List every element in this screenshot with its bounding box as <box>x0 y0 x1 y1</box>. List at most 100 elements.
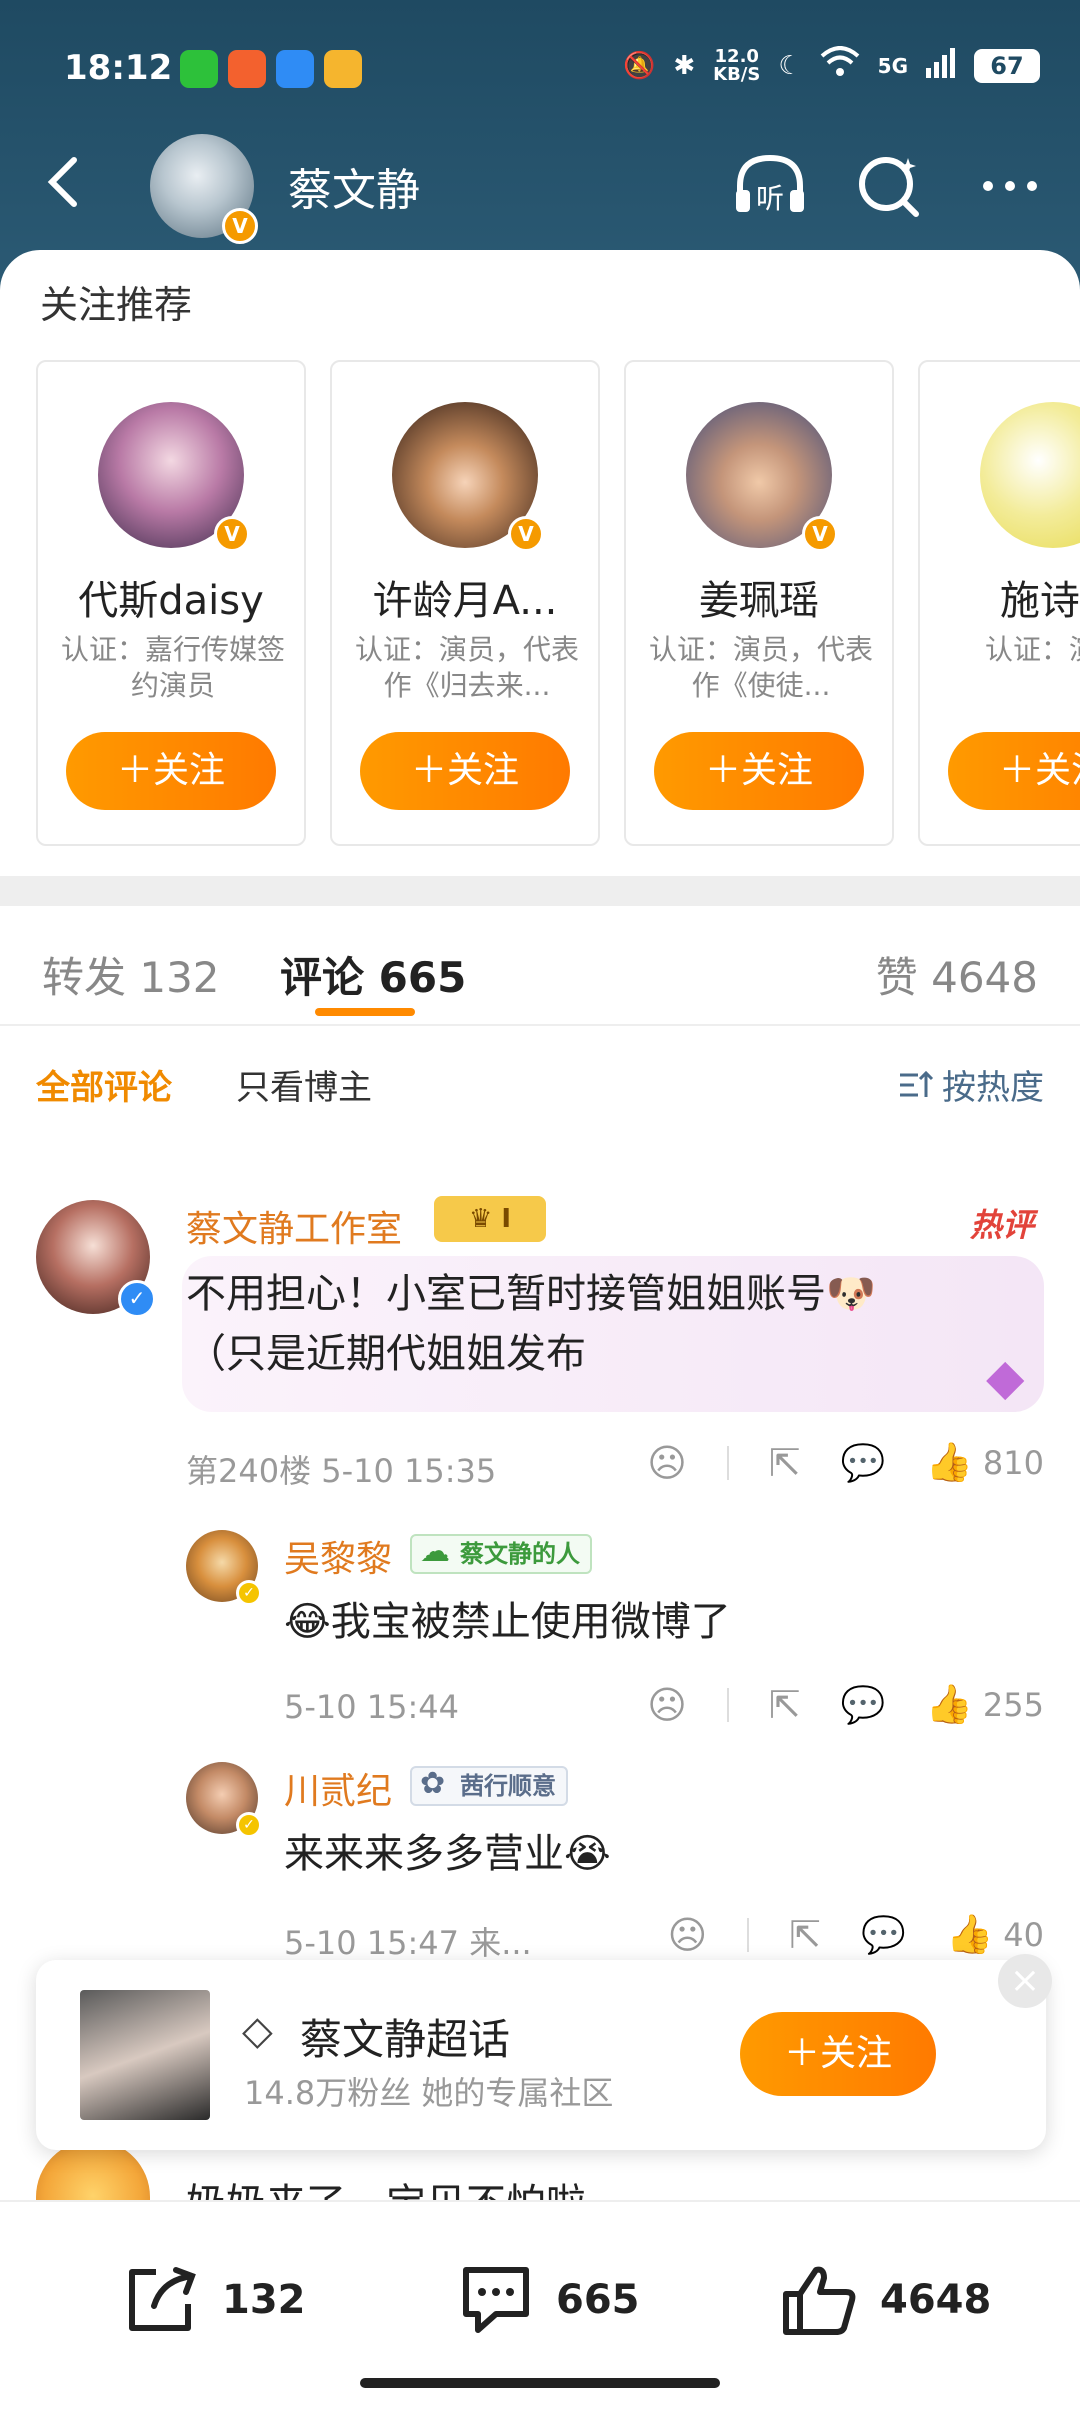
recommend-card[interactable]: V 许龄月A... 认证：演员，代表作《归去来... ＋关注 <box>330 360 600 846</box>
share-icon: ⇱ <box>789 1912 822 1957</box>
recommend-list[interactable]: V 代斯daisy 认证：嘉行传媒签约演员 ＋关注 V 许龄月A... 认证：演… <box>36 360 1080 846</box>
super-topic-title: 蔡文静超话 <box>300 2015 511 2064</box>
repost-button[interactable]: 132 <box>122 2262 306 2338</box>
user-avatar[interactable]: V <box>150 134 258 244</box>
comment-meta: 第240楼 5-10 15:35 <box>186 1452 497 1490</box>
net-speed: 12.0 KB/S <box>713 45 761 85</box>
tab-like[interactable]: 赞 4648 <box>876 944 1038 1005</box>
recommend-name[interactable]: 施诗K <box>920 568 1080 626</box>
listen-button[interactable]: 听 <box>730 150 810 220</box>
recommend-avatar[interactable]: V <box>392 402 544 552</box>
share-icon: ⇱ <box>768 1440 801 1485</box>
divider <box>726 1687 729 1722</box>
reply-author[interactable]: 川贰纪 <box>284 1762 392 1814</box>
follow-button[interactable]: ＋关注 <box>66 732 276 810</box>
follow-button[interactable]: ＋关注 <box>360 732 570 810</box>
moon-icon: ☾ <box>778 50 802 81</box>
recommend-avatar[interactable] <box>980 402 1080 548</box>
recommend-card[interactable]: V 代斯daisy 认证：嘉行传媒签约演员 ＋关注 <box>36 360 306 846</box>
section-divider <box>0 876 1080 906</box>
svg-text:听: 听 <box>756 182 784 215</box>
comment-icon: 💬 <box>861 1914 906 1956</box>
follow-button[interactable]: ＋关注 <box>948 732 1080 810</box>
post-tabs: 转发 132 评论 665 赞 4648 <box>0 906 1080 1026</box>
reply-button[interactable]: 💬 <box>841 1442 886 1484</box>
reply-actions: ☹ ⇱ 💬 👍 255 <box>607 1682 1044 1727</box>
like-button[interactable]: 👍 40 <box>946 1912 1044 1957</box>
dislike-button[interactable]: ☹ <box>647 1441 687 1485</box>
status-indicators: 🔕 ✱ 12.0 KB/S ☾ 5G 67 <box>623 46 1040 85</box>
bluetooth-icon: ✱ <box>673 50 696 81</box>
cloud-icon: ☁ <box>420 1534 450 1569</box>
like-button[interactable]: 4648 <box>780 2262 991 2338</box>
sort-button[interactable]: 按热度 <box>898 1060 1044 1109</box>
comment-avatar[interactable]: ✓ <box>36 1200 156 1318</box>
share-button[interactable]: ⇱ <box>789 1913 821 1957</box>
headphones-icon: 听 <box>736 154 804 215</box>
reply-text: 😂我宝被禁止使用微博了 <box>284 1599 731 1645</box>
signal-icon <box>926 46 956 85</box>
wifi-icon <box>820 46 860 85</box>
back-button[interactable] <box>36 152 96 212</box>
search-button[interactable] <box>850 150 930 220</box>
search-icon <box>859 157 919 217</box>
super-topic-follow-button[interactable]: ＋关注 <box>740 2012 936 2096</box>
app-notification-icon <box>228 50 266 88</box>
recommend-title: 关注推荐 <box>40 283 193 327</box>
share-icon: ⇱ <box>768 1682 801 1727</box>
thumbs-up-icon: 👍 <box>945 1912 994 1956</box>
recommend-desc: 认证：嘉行传媒签约演员 <box>60 633 285 702</box>
sort-icon <box>900 1070 934 1097</box>
battery-indicator: 67 <box>974 48 1040 83</box>
crown-icon: ♛ <box>468 1204 502 1234</box>
recommend-card[interactable]: V 姜珮瑶 认证：演员，代表作《使徒... ＋关注 <box>624 360 894 846</box>
comment-filter: 全部评论 只看博主 按热度 <box>0 1034 1080 1124</box>
divider <box>726 1445 729 1480</box>
mute-icon: 🔕 <box>622 50 656 81</box>
status-time: 18:12 <box>64 48 173 88</box>
reply-button[interactable]: 💬 <box>841 1684 886 1726</box>
like-button[interactable]: 👍 255 <box>926 1682 1044 1727</box>
close-button[interactable]: × <box>998 1954 1052 2008</box>
verified-badge-icon: V <box>508 516 544 552</box>
chevron-left-icon <box>47 157 77 207</box>
super-topic-banner[interactable]: ◇ 蔡文静超话 14.8万粉丝 她的专属社区 ＋关注 × <box>36 1954 1052 2150</box>
recommend-avatar[interactable]: V <box>98 402 250 552</box>
reply-button[interactable]: 💬 <box>861 1914 906 1956</box>
tab-comment[interactable]: 评论 665 <box>280 944 466 1005</box>
recommend-avatar[interactable]: V <box>686 402 838 552</box>
diamond-icon: ◆ <box>986 1348 1025 1406</box>
reply-actions: ☹ ⇱ 💬 👍 40 <box>628 1912 1044 1957</box>
share-button[interactable]: ⇱ <box>769 1441 801 1485</box>
reply-avatar[interactable]: ✓ <box>186 1762 262 1838</box>
filter-all-comments[interactable]: 全部评论 <box>36 1060 172 1109</box>
verified-badge-icon: V <box>214 516 250 552</box>
nav-bar: V 蔡文静 听 <box>0 130 1080 244</box>
comment-actions: ☹ ⇱ 💬 👍 810 <box>607 1440 1044 1485</box>
reply-meta: 5-10 15:47 来... <box>284 1924 532 1962</box>
page-title[interactable]: 蔡文静 <box>288 154 420 218</box>
reply-author[interactable]: 吴黎黎 <box>284 1530 392 1582</box>
dislike-button[interactable]: ☹ <box>647 1683 687 1727</box>
home-indicator[interactable] <box>360 2378 720 2388</box>
recommend-card[interactable]: 施诗K 认证：演员 ＋关注 <box>918 360 1080 846</box>
recommend-name[interactable]: 许龄月A... <box>332 568 598 626</box>
more-button[interactable] <box>970 150 1050 220</box>
reply-avatar[interactable]: ✓ <box>186 1530 262 1606</box>
frown-icon: ☹ <box>667 1912 708 1957</box>
diamond-outline-icon: ◇ <box>242 2008 273 2054</box>
share-button[interactable]: ⇱ <box>769 1683 801 1727</box>
filter-host-only[interactable]: 只看博主 <box>236 1060 372 1109</box>
recommend-name[interactable]: 姜珮瑶 <box>626 568 892 626</box>
dislike-button[interactable]: ☹ <box>668 1913 708 1957</box>
comment-author[interactable]: 蔡文静工作室 <box>186 1200 402 1252</box>
like-button[interactable]: 👍 810 <box>926 1440 1044 1485</box>
comment-button[interactable]: 665 <box>456 2262 640 2338</box>
follow-button[interactable]: ＋关注 <box>654 732 864 810</box>
frown-icon: ☹ <box>647 1440 687 1485</box>
comment-text-partial: 奶奶来了，宝贝不怕啦 <box>186 2174 586 2200</box>
recommend-name[interactable]: 代斯daisy <box>38 568 304 626</box>
sort-label: 按热度 <box>942 1068 1044 1108</box>
frown-icon: ☹ <box>647 1682 687 1727</box>
tab-repost[interactable]: 转发 132 <box>42 944 220 1005</box>
